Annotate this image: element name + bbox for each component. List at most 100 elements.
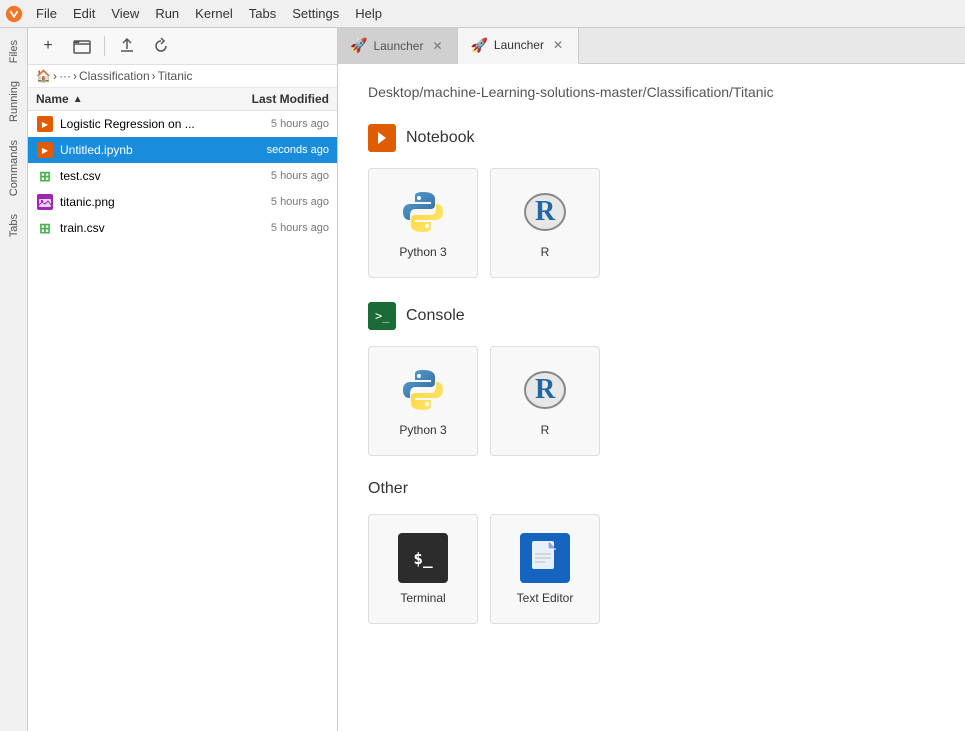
file-list-header: Name ▲ Last Modified: [28, 88, 337, 111]
file-item-titanic-png[interactable]: titanic.png 5 hours ago: [28, 189, 337, 215]
r-notebook-icon: R: [520, 187, 570, 237]
notebook-icon-logistic: [36, 115, 54, 133]
menu-view[interactable]: View: [103, 3, 147, 24]
file-modified-titanic-png: 5 hours ago: [219, 196, 329, 208]
file-item-untitled[interactable]: Untitled.ipynb seconds ago: [28, 137, 337, 163]
texteditor-card-icon-wrapper: [520, 533, 570, 583]
tab-label-2: Launcher: [494, 38, 544, 52]
sort-arrow-icon: ▲: [73, 94, 83, 105]
tab-launcher-2[interactable]: 🚀 Launcher ✕: [458, 28, 578, 64]
col-modified-header[interactable]: Last Modified: [209, 92, 329, 106]
png-icon-titanic: [36, 193, 54, 211]
svg-text:R: R: [535, 374, 556, 405]
file-modified-test-csv: 5 hours ago: [219, 170, 329, 182]
terminal-card-icon-wrapper: $_: [398, 533, 448, 583]
file-name-train-csv: train.csv: [60, 221, 219, 235]
launcher-card-console-r[interactable]: R R: [490, 346, 600, 456]
launcher-path: Desktop/machine-Learning-solutions-maste…: [368, 84, 935, 100]
sidebar-item-commands[interactable]: Commands: [4, 132, 24, 204]
breadcrumb-sep1: ›: [53, 69, 57, 83]
tab-bar: 🚀 Launcher ✕ 🚀 Launcher ✕: [338, 28, 965, 64]
col-name-header[interactable]: Name ▲: [36, 92, 209, 106]
file-panel: +: [28, 28, 338, 731]
launcher-card-console-python[interactable]: Python 3: [368, 346, 478, 456]
sidebar-item-files[interactable]: Files: [4, 32, 24, 71]
main-layout: Files Running Commands Tabs +: [0, 28, 965, 731]
sidebar-item-running[interactable]: Running: [4, 73, 24, 130]
app-logo: [0, 0, 28, 28]
other-section-title: Other: [368, 480, 408, 498]
file-modified-logistic: 5 hours ago: [219, 118, 329, 130]
console-section-title: Console: [406, 307, 465, 325]
upload-icon: [118, 37, 136, 55]
file-name-titanic-png: titanic.png: [60, 195, 219, 209]
file-toolbar: +: [28, 28, 337, 65]
sidebar-item-tabs[interactable]: Tabs: [4, 206, 24, 245]
plus-icon: +: [43, 37, 52, 55]
launcher-card-notebook-python[interactable]: Python 3: [368, 168, 478, 278]
breadcrumb-titanic[interactable]: Titanic: [158, 69, 193, 83]
menu-file[interactable]: File: [28, 3, 65, 24]
tab-close-1[interactable]: ✕: [429, 38, 445, 54]
menu-kernel[interactable]: Kernel: [187, 3, 241, 24]
file-item-train-csv[interactable]: ⊞ train.csv 5 hours ago: [28, 215, 337, 241]
console-r-label: R: [541, 423, 550, 437]
file-item-test-csv[interactable]: ⊞ test.csv 5 hours ago: [28, 163, 337, 189]
r-console-icon: R: [520, 365, 570, 415]
other-section-header: Other: [368, 480, 935, 498]
notebook-python-label: Python 3: [399, 245, 446, 259]
texteditor-label: Text Editor: [517, 591, 574, 605]
menubar: File Edit View Run Kernel Tabs Settings …: [0, 0, 965, 28]
notebook-section-header: Notebook: [368, 124, 935, 152]
breadcrumb-classification[interactable]: Classification: [79, 69, 150, 83]
notebook-section-title: Notebook: [406, 129, 475, 147]
menu-run[interactable]: Run: [147, 3, 187, 24]
new-launcher-button[interactable]: +: [34, 32, 62, 60]
console-python-label: Python 3: [399, 423, 446, 437]
content-area: 🚀 Launcher ✕ 🚀 Launcher ✕ Desktop/machin…: [338, 28, 965, 731]
terminal-label: Terminal: [400, 591, 445, 605]
refresh-button[interactable]: [147, 32, 175, 60]
csv-icon-test: ⊞: [36, 167, 54, 185]
notebook-grid: Python 3 R R: [368, 168, 935, 278]
python-console-icon: [398, 365, 448, 415]
tab-close-2[interactable]: ✕: [550, 37, 566, 53]
python-notebook-icon: [398, 187, 448, 237]
notebook-section-icon: [368, 124, 396, 152]
launcher-card-texteditor[interactable]: Text Editor: [490, 514, 600, 624]
breadcrumb-ellipsis[interactable]: ···: [59, 69, 71, 83]
file-list: Logistic Regression on ... 5 hours ago U…: [28, 111, 337, 731]
refresh-icon: [152, 37, 170, 55]
new-folder-button[interactable]: [68, 32, 96, 60]
breadcrumb-sep2: ›: [73, 69, 77, 83]
file-name-logistic: Logistic Regression on ...: [60, 117, 219, 131]
file-modified-train-csv: 5 hours ago: [219, 222, 329, 234]
file-modified-untitled: seconds ago: [219, 144, 329, 156]
tab-launcher-icon-1: 🚀: [350, 37, 367, 54]
menu-tabs[interactable]: Tabs: [241, 3, 284, 24]
launcher-card-notebook-r[interactable]: R R: [490, 168, 600, 278]
launcher-card-terminal[interactable]: $_ Terminal: [368, 514, 478, 624]
svg-text:>_: >_: [375, 309, 390, 323]
breadcrumb-home[interactable]: 🏠: [36, 69, 51, 83]
texteditor-icon: [520, 533, 570, 583]
breadcrumb: 🏠 › ··· › Classification › Titanic: [28, 65, 337, 88]
terminal-icon: $_: [398, 533, 448, 583]
console-section-header: >_ Console: [368, 302, 935, 330]
file-item-logistic[interactable]: Logistic Regression on ... 5 hours ago: [28, 111, 337, 137]
terminal-icon-text: $_: [413, 549, 432, 568]
console-section-icon: >_: [368, 302, 396, 330]
notebook-r-label: R: [541, 245, 550, 259]
menu-settings[interactable]: Settings: [284, 3, 347, 24]
file-name-untitled: Untitled.ipynb: [60, 143, 219, 157]
upload-button[interactable]: [113, 32, 141, 60]
menu-help[interactable]: Help: [347, 3, 390, 24]
folder-icon: [73, 37, 91, 55]
other-grid: $_ Terminal: [368, 514, 935, 624]
svg-text:R: R: [535, 196, 556, 227]
toolbar-separator: [104, 36, 105, 56]
menu-edit[interactable]: Edit: [65, 3, 103, 24]
sidebar-icons: Files Running Commands Tabs: [0, 28, 28, 731]
tab-launcher-1[interactable]: 🚀 Launcher ✕: [338, 28, 458, 64]
console-grid: Python 3 R R: [368, 346, 935, 456]
